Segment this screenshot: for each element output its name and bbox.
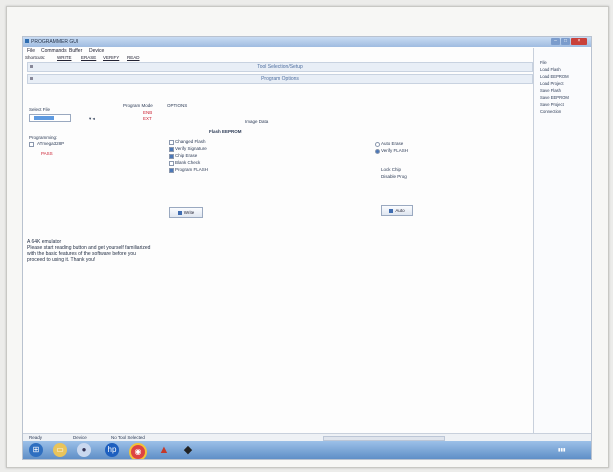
- options-label: OPTIONS: [167, 103, 188, 108]
- status-ready: Ready: [29, 435, 43, 440]
- radio-verify-flash[interactable]: [375, 149, 380, 154]
- shortcuts-label: Shortcuts:: [25, 55, 46, 60]
- window-title: PROGRAMMER GUI: [31, 39, 79, 45]
- auto-button[interactable]: Auto: [381, 205, 413, 216]
- checkbox-chip-erase[interactable]: [169, 154, 174, 159]
- chip-label: ATmega328P: [37, 141, 65, 146]
- log-output: A 64K emulator Please start reading butt…: [27, 239, 532, 263]
- shortcut-verify[interactable]: VERIFY: [103, 55, 119, 60]
- checkbox-changed-flash[interactable]: [169, 140, 174, 145]
- app-icon: [25, 39, 29, 43]
- status-bar: Ready Device No Tool Selected: [23, 433, 591, 441]
- mode-value-2: EXT: [143, 116, 152, 121]
- file-select-value: [34, 116, 54, 120]
- checkbox-blank-check[interactable]: [169, 161, 174, 166]
- radio-auto-erase[interactable]: [375, 142, 380, 147]
- chip-checkbox[interactable]: [29, 142, 34, 147]
- sidebar-item-load-project[interactable]: Load Project: [540, 81, 564, 86]
- sidebar-item-save-eeprom[interactable]: Save EEPROM: [540, 95, 569, 100]
- panel-title: Flash EEPROM: [209, 129, 242, 134]
- label-program-flash: Program FLASH: [175, 167, 209, 172]
- matlab-icon[interactable]: ▲: [157, 443, 171, 457]
- shortcut-read[interactable]: READ: [127, 55, 140, 60]
- menu-buffer[interactable]: Buffer: [69, 48, 82, 54]
- mode-value-1: ENB: [143, 110, 153, 115]
- shortcut-write[interactable]: WRITE: [57, 55, 72, 60]
- label-disable-prog: Disable Prog: [381, 174, 407, 179]
- log-line: proceed to using it. Thank you!: [27, 257, 96, 263]
- hp-icon[interactable]: hp: [105, 443, 119, 457]
- arrow-icon[interactable]: ▾ ◂: [89, 116, 95, 122]
- taskbar: ⊞ ▭ ● hp ◉ ▲ ◆ ▮▮▮: [23, 441, 591, 459]
- auto-icon: [389, 209, 394, 213]
- status-device: Device: [73, 435, 87, 440]
- menu-commands[interactable]: Commands: [41, 48, 67, 54]
- app-icon-taskbar[interactable]: ◆: [181, 443, 195, 457]
- label-lock-chip: Lock Chip: [381, 167, 402, 172]
- sidebar-item-save-project[interactable]: Save Project: [540, 102, 564, 107]
- checkbox-verify-signature[interactable]: [169, 147, 174, 152]
- program-options-bar[interactable]: Program Options: [27, 74, 533, 84]
- label-auto-erase: Auto Erase: [381, 141, 404, 146]
- program-mode-label: Program Mode: [123, 103, 153, 108]
- tool-setup-bar[interactable]: Tool Selection/Setup: [27, 62, 533, 72]
- system-tray: ▮▮▮: [478, 445, 588, 455]
- status-tool: No Tool Selected: [111, 435, 145, 440]
- maximize-button[interactable]: □: [561, 38, 570, 45]
- write-button[interactable]: Write: [169, 207, 203, 218]
- tool-setup-label: Tool Selection/Setup: [257, 64, 303, 70]
- menu-device[interactable]: Device: [89, 48, 104, 54]
- menu-file[interactable]: File: [27, 48, 35, 54]
- label-blank-check: Blank Check: [175, 160, 201, 165]
- status-red: PASS: [41, 151, 53, 156]
- auto-button-label: Auto: [395, 208, 405, 213]
- menu-bar: File Commands Buffer Device: [23, 48, 533, 54]
- window-titlebar: PROGRAMMER GUI – □ ×: [23, 37, 591, 47]
- sidebar: File Load Flash Load EEPROM Load Project…: [533, 48, 590, 433]
- file-select[interactable]: [29, 114, 71, 122]
- minimize-button[interactable]: –: [551, 38, 560, 45]
- shortcut-bar: Shortcuts: WRITE ERASE VERIFY READ: [23, 55, 533, 60]
- chrome-icon[interactable]: ◉: [129, 443, 147, 459]
- windows-start-icon[interactable]: ⊞: [29, 443, 43, 457]
- label-verify-signature: Verify Signature: [175, 146, 207, 151]
- checkbox-program-flash[interactable]: [169, 168, 174, 173]
- label-changed-flash: Changed Flash: [175, 139, 206, 144]
- sidebar-item-load-flash[interactable]: Load Flash: [540, 67, 561, 72]
- write-icon: [177, 211, 182, 215]
- sidebar-item-save-flash[interactable]: Save Flash: [540, 88, 561, 93]
- image-data-label: Image Data: [245, 119, 269, 124]
- sidebar-item-connection[interactable]: Connection: [540, 109, 561, 114]
- label-chip-erase: Chip Erase: [175, 153, 198, 158]
- sidebar-item-file[interactable]: File: [540, 60, 547, 65]
- shortcut-erase[interactable]: ERASE: [81, 55, 96, 60]
- clock-text: ▮▮▮: [558, 447, 566, 452]
- folder-icon[interactable]: ▭: [53, 443, 67, 457]
- select-file-label: Select File: [29, 107, 51, 112]
- program-options-label: Program Options: [261, 76, 299, 82]
- close-button[interactable]: ×: [571, 38, 587, 45]
- write-button-label: Write: [183, 210, 195, 215]
- monitor-screen: PROGRAMMER GUI – □ × File Commands Buffe…: [22, 36, 592, 460]
- sidebar-item-load-eeprom[interactable]: Load EEPROM: [540, 74, 569, 79]
- programming-label: Programming:: [29, 135, 58, 140]
- media-icon[interactable]: ●: [77, 443, 91, 457]
- label-verify-flash: Verify FLASH: [381, 148, 409, 153]
